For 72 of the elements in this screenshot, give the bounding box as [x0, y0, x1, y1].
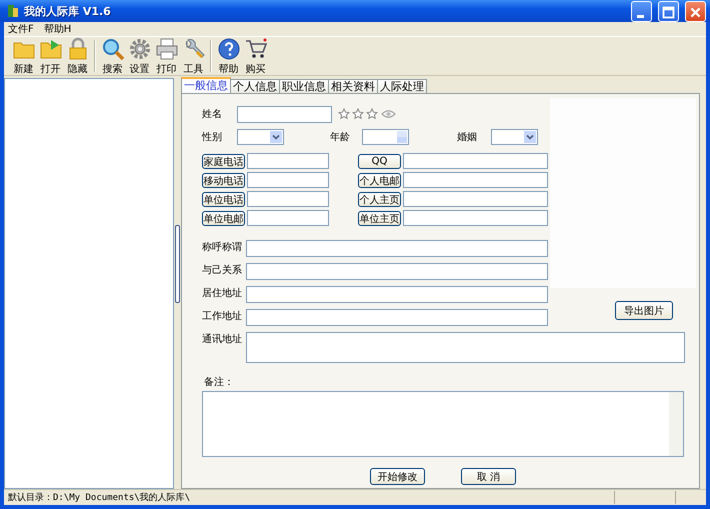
age-spinner[interactable] [362, 129, 409, 145]
status-text: 默认目录：D:\My Documents\我的人际库\ [7, 492, 192, 504]
notes-field[interactable] [202, 391, 684, 457]
toolbar-button[interactable]: 打印 [153, 36, 180, 76]
contact-field[interactable] [403, 153, 548, 169]
tab[interactable]: 职业信息 [279, 79, 329, 93]
field-label: 称呼称谓 [202, 240, 243, 254]
star-icon [366, 108, 378, 120]
eye-icon[interactable] [381, 109, 396, 119]
menu-item[interactable]: 文件F [8, 22, 34, 36]
menu-item[interactable]: 帮助H [44, 22, 72, 36]
field-label: 居住地址 [202, 286, 243, 300]
scrollbar[interactable] [669, 392, 683, 456]
app-icon [6, 4, 20, 18]
contact-field[interactable] [403, 172, 548, 188]
tab[interactable]: 个人信息 [230, 79, 280, 93]
maximize-button[interactable] [658, 0, 679, 22]
address-field[interactable] [246, 332, 685, 363]
star-rating[interactable] [338, 108, 378, 120]
name-field[interactable] [237, 106, 332, 122]
text-field[interactable] [246, 240, 548, 257]
contact-type-button[interactable]: 单位主页 [358, 210, 401, 226]
gender-dropdown[interactable] [237, 129, 284, 145]
contact-field[interactable] [247, 153, 329, 169]
contact-field[interactable] [403, 210, 548, 226]
cart-icon [244, 36, 268, 60]
star-icon [338, 108, 350, 120]
contact-field[interactable] [247, 210, 329, 226]
field-label: 备注： [204, 376, 235, 389]
contact-type-button[interactable]: 移动电话 [202, 172, 245, 188]
contact-type-button[interactable]: 个人电邮 [358, 172, 401, 188]
contact-type-button[interactable]: QQ [358, 154, 401, 168]
text-field[interactable] [246, 286, 548, 303]
contact-type-button[interactable]: 家庭电话 [202, 154, 245, 168]
contact-field[interactable] [247, 191, 329, 207]
toolbar-button[interactable]: 隐藏 [64, 36, 91, 76]
minimize-icon [637, 14, 644, 18]
field-label: 年龄 [330, 130, 351, 144]
text-field[interactable] [246, 309, 548, 326]
splitter-handle[interactable] [175, 224, 180, 302]
field-label: 性别 [202, 130, 223, 144]
toolbar-button[interactable]: 设置 [126, 36, 153, 76]
action-button[interactable]: 开始修改 [370, 468, 425, 485]
field-label: 与己关系 [202, 264, 243, 277]
toolbar-button[interactable]: 新建 [10, 36, 37, 76]
marriage-dropdown[interactable] [491, 129, 538, 145]
field-label: 婚姻 [457, 131, 478, 144]
contact-field[interactable] [247, 172, 329, 188]
search-icon [100, 36, 124, 60]
close-button[interactable] [685, 0, 706, 22]
toolbar-button[interactable]: 工具 [180, 36, 207, 76]
tab[interactable]: 一般信息 [181, 77, 231, 93]
contact-type-button[interactable]: 单位电话 [202, 192, 245, 206]
action-button[interactable]: 取 消 [461, 468, 516, 485]
window-title: 我的人际库 V1.6 [24, 4, 111, 18]
field-label: 通讯地址 [202, 332, 243, 346]
minimize-button[interactable] [631, 0, 652, 22]
toolbar-button[interactable]: 打开 [37, 36, 64, 76]
toolbar-button[interactable]: 购买 [242, 36, 269, 76]
field-label: 姓名 [202, 108, 223, 121]
toolbar-button[interactable]: 搜索 [99, 36, 126, 76]
tab[interactable]: 人际处理 [377, 79, 427, 93]
field-label: 工作地址 [202, 310, 243, 323]
settings-icon [128, 36, 152, 60]
contact-field[interactable] [403, 191, 548, 207]
toolbar-button[interactable]: 帮助 [215, 36, 242, 76]
tab[interactable]: 相关资料 [328, 79, 378, 93]
text-field[interactable] [246, 263, 548, 280]
export-image-button[interactable]: 导出图片 [615, 301, 673, 320]
contact-type-button[interactable]: 单位电邮 [202, 210, 245, 226]
contact-type-button[interactable]: 个人主页 [358, 192, 401, 206]
star-icon [352, 108, 364, 120]
